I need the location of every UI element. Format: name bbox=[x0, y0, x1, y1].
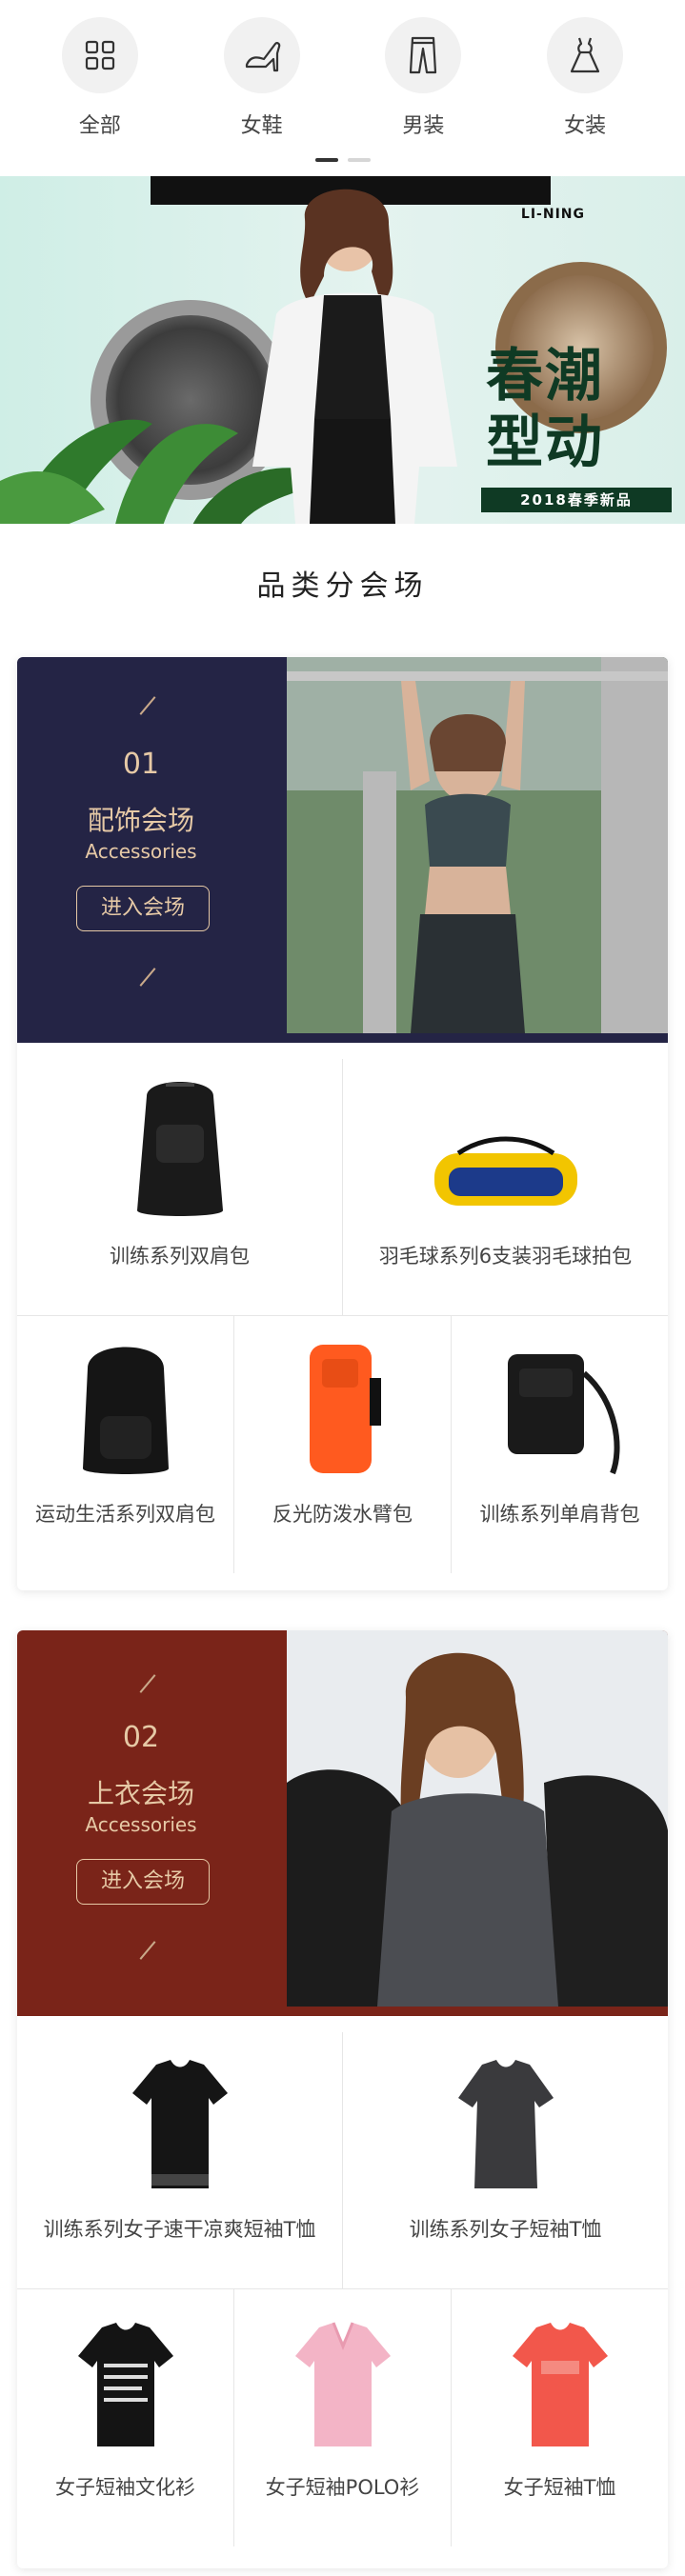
venue-title: 上衣会场 bbox=[87, 1778, 194, 1809]
product-item[interactable]: 女子短袖文化衫 bbox=[17, 2289, 234, 2546]
banner-tag: 2018春季新品 bbox=[481, 488, 672, 512]
banner-headline-line1: 春潮 bbox=[486, 343, 604, 409]
venue-title: 配饰会场 bbox=[87, 805, 194, 836]
enter-venue-button[interactable]: 进入会场 bbox=[76, 1859, 210, 1905]
banner-model-image bbox=[252, 189, 457, 524]
product-row: 女子短袖文化衫 女子短袖POLO衫 女子短袖T恤 bbox=[17, 2289, 668, 2546]
venue-number: 01 bbox=[122, 748, 160, 781]
product-name: 训练系列单肩背包 bbox=[479, 1503, 640, 1526]
product-name: 反光防泼水臂包 bbox=[272, 1503, 413, 1526]
product-image bbox=[430, 1077, 582, 1220]
product-image bbox=[291, 2308, 395, 2451]
banner-headline: 春潮 型动 bbox=[486, 343, 604, 476]
banner-headline-line2: 型动 bbox=[486, 409, 604, 476]
venue-header: 02 上衣会场 Accessories 进入会场 bbox=[17, 1630, 668, 2016]
product-name: 女子短袖文化衫 bbox=[55, 2476, 195, 2499]
brand-logo: LI-NING bbox=[520, 207, 585, 222]
enter-venue-button[interactable]: 进入会场 bbox=[76, 886, 210, 931]
venue-number: 02 bbox=[122, 1721, 160, 1754]
venue-header: 01 配饰会场 Accessories 进入会场 bbox=[17, 657, 668, 1043]
grid-icon bbox=[61, 17, 138, 93]
product-name: 训练系列双肩包 bbox=[110, 1245, 250, 1268]
venue-card-tops: 02 上衣会场 Accessories 进入会场 训练系列女子速干凉爽短袖T恤 bbox=[17, 1630, 668, 2568]
product-name: 运动生活系列双肩包 bbox=[35, 1503, 215, 1526]
category-all[interactable]: 全部 bbox=[33, 0, 167, 152]
product-image bbox=[295, 1335, 391, 1478]
product-grid: 训练系列女子速干凉爽短袖T恤 训练系列女子短袖T恤 女子短袖文化衫 女子短袖PO… bbox=[17, 2032, 668, 2546]
product-image bbox=[128, 1077, 232, 1220]
venue-photo[interactable] bbox=[287, 1630, 668, 2007]
product-item[interactable]: 运动生活系列双肩包 bbox=[17, 1316, 234, 1573]
category-label: 男装 bbox=[402, 114, 445, 138]
category-label: 全部 bbox=[78, 114, 121, 138]
product-item[interactable]: 反光防泼水臂包 bbox=[234, 1316, 452, 1573]
product-item[interactable]: 训练系列女子速干凉爽短袖T恤 bbox=[17, 2032, 343, 2288]
carousel-dot[interactable] bbox=[347, 158, 371, 162]
product-name: 训练系列女子短袖T恤 bbox=[409, 2218, 602, 2241]
trousers-icon bbox=[385, 17, 462, 93]
category-menswear[interactable]: 男装 bbox=[356, 0, 490, 152]
product-row: 运动生活系列双肩包 反光防泼水臂包 训练系列单肩背包 bbox=[17, 1316, 668, 1573]
product-image bbox=[453, 2050, 558, 2193]
section-title: 品类分会场 bbox=[256, 569, 429, 603]
dress-icon bbox=[547, 17, 624, 93]
venue-card-accessories: 01 配饰会场 Accessories 进入会场 训练系列双肩包 羽毛球系列6支… bbox=[17, 657, 668, 1590]
product-item[interactable]: 训练系列女子短袖T恤 bbox=[343, 2032, 668, 2288]
product-image bbox=[73, 1335, 178, 1478]
category-womens-shoes[interactable]: 女鞋 bbox=[195, 0, 329, 152]
product-item[interactable]: 训练系列双肩包 bbox=[17, 1059, 343, 1315]
product-image bbox=[498, 1335, 622, 1478]
product-grid: 训练系列双肩包 羽毛球系列6支装羽毛球拍包 运动生活系列双肩包 反光防泼水臂包 … bbox=[17, 1059, 668, 1573]
category-womenswear[interactable]: 女装 bbox=[518, 0, 652, 152]
category-label: 女装 bbox=[564, 114, 607, 138]
product-image bbox=[128, 2050, 232, 2193]
product-image bbox=[508, 2308, 613, 2451]
venue-photo[interactable] bbox=[287, 657, 668, 1033]
product-name: 女子短袖POLO衫 bbox=[265, 2476, 420, 2499]
product-name: 女子短袖T恤 bbox=[503, 2476, 616, 2499]
venue-subtitle: Accessories bbox=[85, 1813, 197, 1836]
category-nav: 全部 女鞋 男装 女装 bbox=[0, 0, 685, 152]
promo-banner[interactable]: LI-NING 春潮 型动 2018春季新品 bbox=[0, 176, 685, 524]
product-row: 训练系列双肩包 羽毛球系列6支装羽毛球拍包 bbox=[17, 1059, 668, 1316]
product-row: 训练系列女子速干凉爽短袖T恤 训练系列女子短袖T恤 bbox=[17, 2032, 668, 2289]
product-item[interactable]: 女子短袖T恤 bbox=[452, 2289, 668, 2546]
category-label: 女鞋 bbox=[240, 114, 283, 138]
product-image bbox=[73, 2308, 178, 2451]
product-name: 训练系列女子速干凉爽短袖T恤 bbox=[43, 2218, 316, 2241]
product-item[interactable]: 女子短袖POLO衫 bbox=[234, 2289, 452, 2546]
high-heel-icon bbox=[223, 17, 300, 93]
venue-subtitle: Accessories bbox=[85, 840, 197, 863]
product-name: 羽毛球系列6支装羽毛球拍包 bbox=[378, 1245, 633, 1268]
carousel-dot-active[interactable] bbox=[314, 158, 338, 162]
carousel-indicator bbox=[0, 158, 685, 162]
product-item[interactable]: 羽毛球系列6支装羽毛球拍包 bbox=[343, 1059, 668, 1315]
product-item[interactable]: 训练系列单肩背包 bbox=[452, 1316, 668, 1573]
